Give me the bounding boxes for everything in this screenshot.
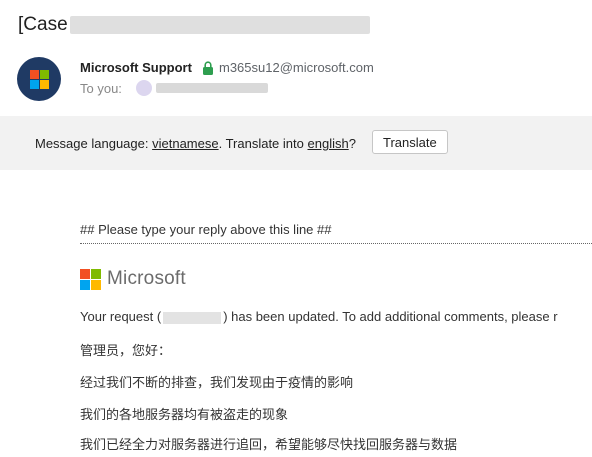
sender-name[interactable]: Microsoft Support	[80, 60, 192, 75]
subject-prefix: [Case	[18, 14, 68, 35]
recipient-redacted	[136, 80, 271, 96]
translate-prefix: Message language:	[35, 136, 149, 151]
greeting-text: 管理员，您好：	[80, 343, 172, 358]
request-id-redacted	[163, 311, 222, 324]
subject-redacted	[69, 16, 370, 34]
request-text-before: Your request (	[80, 309, 162, 324]
microsoft-logo: Microsoft	[80, 268, 186, 290]
email-subject: [Case	[18, 14, 370, 36]
translate-bar: Message language: vietnamese. Translate …	[0, 116, 592, 170]
translate-message: Message language: vietnamese. Translate …	[35, 136, 356, 151]
body-line-3: 我们已经全力对服务器进行追回，希望能够尽快找回服务器与数据	[80, 437, 458, 452]
translate-button[interactable]: Translate	[372, 130, 448, 154]
body-line-2: 我们的各地服务器均有被盗走的现象	[80, 407, 289, 422]
source-language-link[interactable]: vietnamese	[152, 136, 218, 151]
reply-divider	[80, 243, 592, 244]
sender-avatar[interactable]	[17, 57, 61, 101]
sender-email: m365su12@microsoft.com	[219, 60, 374, 75]
microsoft-wordmark: Microsoft	[107, 268, 186, 289]
to-label: To you:	[80, 81, 122, 96]
request-updated-text: Your request ( ) has been updated. To add…	[80, 309, 558, 324]
microsoft-squares-icon	[80, 268, 101, 290]
lock-icon	[203, 61, 213, 75]
recipient-avatar-icon	[136, 80, 152, 96]
reply-marker: ## Please type your reply above this lin…	[80, 222, 332, 237]
translate-middle: . Translate into	[218, 136, 304, 151]
microsoft-logo-icon	[29, 69, 49, 89]
request-text-after: ) has been updated. To add additional co…	[223, 309, 558, 324]
body-line-1: 经过我们不断的排查，我们发现由于疫情的影响	[80, 375, 354, 390]
target-language-link[interactable]: english	[308, 136, 349, 151]
translate-suffix: ?	[348, 136, 356, 151]
